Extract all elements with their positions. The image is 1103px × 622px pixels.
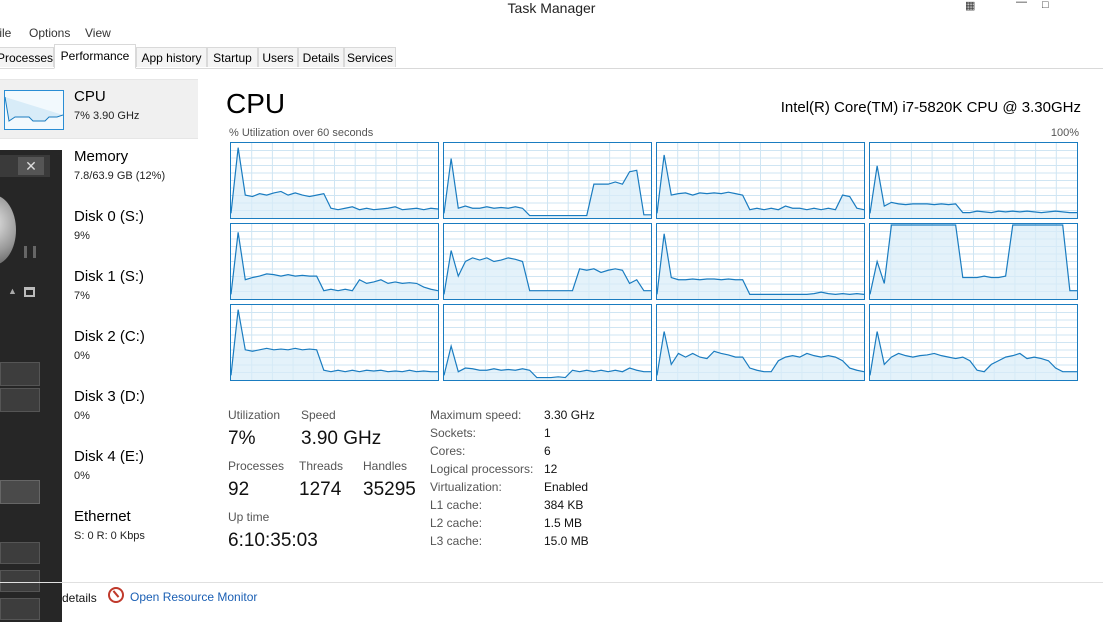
graph-caption: % Utilization over 60 seconds — [229, 127, 374, 139]
footer: details Open Resource Monitor — [0, 582, 1103, 615]
sidebar-item-label: Ethernet — [74, 508, 131, 525]
sidebar-item-cpu[interactable]: CPU 7% 3.90 GHz — [0, 79, 198, 139]
tab-performance[interactable]: Performance — [54, 44, 136, 69]
sidebar-item-value: S: 0 R: 0 Kbps — [74, 530, 145, 542]
menu-view[interactable]: View — [85, 26, 111, 40]
chevron-up-icon[interactable]: ▲ — [8, 286, 17, 296]
detail-label: Virtualization: — [430, 480, 502, 494]
tab-strip: Processes Performance App history Startu… — [0, 44, 1103, 69]
utilization-label: Utilization — [228, 408, 281, 422]
cpu-core-graph — [230, 142, 439, 219]
tab-users[interactable]: Users — [258, 47, 298, 67]
sidebar-item-value: 7% 3.90 GHz — [74, 110, 140, 122]
cpu-core-graph — [869, 223, 1078, 300]
player-knob[interactable] — [0, 195, 16, 265]
threads-label: Threads — [299, 459, 344, 473]
detail-value: 12 — [544, 462, 558, 476]
close-icon[interactable]: ✕ — [18, 157, 44, 175]
cpu-core-graph — [443, 142, 652, 219]
resource-monitor-icon[interactable] — [108, 587, 124, 603]
detail-value: Enabled — [544, 480, 589, 494]
cpu-core-graph — [230, 304, 439, 381]
detail-value: 3.30 GHz — [544, 408, 595, 422]
tab-startup[interactable]: Startup — [207, 47, 258, 67]
processes-label: Processes — [228, 459, 285, 473]
player-bar — [0, 542, 40, 564]
graph-max-label: 100% — [1050, 127, 1079, 139]
detail-label: Maximum speed: — [430, 408, 522, 422]
player-bar — [0, 362, 40, 386]
sidebar-item-value: 9% — [74, 230, 90, 242]
cpu-core-graph — [869, 304, 1078, 381]
sidebar-item-label: Disk 3 (D:) — [74, 388, 145, 405]
sidebar-item-label: CPU — [74, 88, 106, 105]
detail-label: Logical processors: — [430, 462, 534, 476]
pause-icon[interactable] — [24, 246, 36, 258]
detail-value: 1.5 MB — [544, 516, 583, 530]
detail-value: 1 — [544, 426, 551, 440]
minimize-icon[interactable]: — — [1016, 0, 1027, 8]
cpu-core-graph — [869, 142, 1078, 219]
window-title: Task Manager — [507, 0, 596, 16]
sidebar-item-label: Disk 2 (C:) — [74, 328, 145, 345]
sidebar-item-label: Memory — [74, 148, 129, 165]
sidebar-item-value: 0% — [74, 350, 90, 362]
open-resource-monitor-link[interactable]: Open Resource Monitor — [130, 590, 257, 604]
handles-value: 35295 — [363, 479, 416, 500]
speed-value: 3.90 GHz — [301, 428, 382, 449]
speed-label: Speed — [301, 408, 336, 422]
tab-services[interactable]: Services — [344, 47, 396, 67]
detail-value: 6 — [544, 444, 551, 458]
detail-value: 384 KB — [544, 498, 584, 512]
player-bar — [0, 388, 40, 412]
page-title: CPU — [226, 88, 286, 119]
detail-label: Sockets: — [430, 426, 477, 440]
sidebar-item-label: Disk 0 (S:) — [74, 208, 145, 225]
cpu-thumbnail-graph — [4, 90, 64, 130]
sidebar-item-value: 7.8/63.9 GB (12%) — [74, 170, 166, 182]
sidebar-item-value: 0% — [74, 470, 90, 482]
cpu-core-graph — [656, 142, 865, 219]
detail-label: L3 cache: — [430, 534, 483, 548]
cpu-thumbnail-line — [4, 96, 64, 122]
menu-file[interactable]: File — [0, 26, 11, 40]
detail-label: L2 cache: — [430, 516, 483, 530]
tab-processes[interactable]: Processes — [0, 47, 54, 67]
restore-compact-icon[interactable]: ▦ — [965, 1, 975, 12]
sidebar-item-value: 0% — [74, 410, 90, 422]
uptime-label: Up time — [228, 510, 270, 524]
overlapping-player-window: ✕ ▲ — [0, 150, 62, 622]
title-bar: Task Manager ▦ — □ — [0, 0, 1103, 20]
sidebar-item-label: Disk 4 (E:) — [74, 448, 145, 465]
cpu-core-graph — [656, 304, 865, 381]
fewer-details-link[interactable]: details — [62, 591, 97, 605]
tab-details[interactable]: Details — [298, 47, 344, 67]
detail-label: Cores: — [430, 444, 466, 458]
detail-value: 15.0 MB — [544, 534, 589, 548]
cpu-core-graph — [656, 223, 865, 300]
uptime-value: 6:10:35:03 — [228, 530, 318, 551]
cpu-core-graph — [230, 223, 439, 300]
window-icon[interactable] — [24, 287, 35, 297]
tab-app-history[interactable]: App history — [136, 47, 207, 67]
player-bar — [0, 480, 40, 504]
maximize-icon[interactable]: □ — [1042, 0, 1049, 11]
cpu-model-name: Intel(R) Core(TM) i7-5820K CPU @ 3.30GHz — [780, 99, 1081, 116]
utilization-value: 7% — [228, 428, 256, 449]
threads-value: 1274 — [299, 479, 342, 500]
cpu-core-graph — [443, 304, 652, 381]
handles-label: Handles — [363, 459, 408, 473]
menu-options[interactable]: Options — [29, 26, 70, 40]
sidebar-item-value: 7% — [74, 290, 90, 302]
detail-label: L1 cache: — [430, 498, 483, 512]
processes-value: 92 — [228, 479, 250, 500]
sidebar-item-label: Disk 1 (S:) — [74, 268, 145, 285]
cpu-core-graph — [443, 223, 652, 300]
